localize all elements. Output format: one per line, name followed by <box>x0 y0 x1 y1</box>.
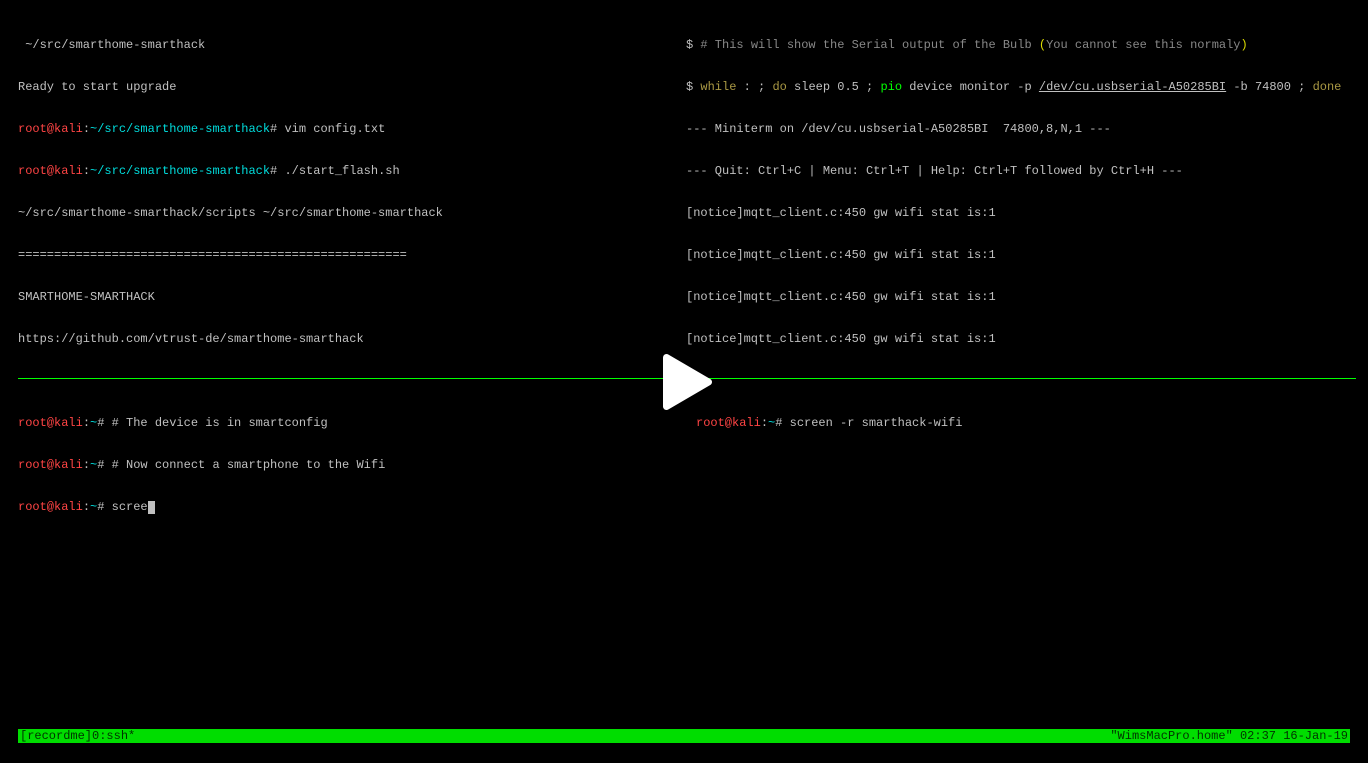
banner-title: SMARTHOME-SMARTHACK <box>18 290 155 304</box>
cwd-line: ~/src/smarthome-smarthack <box>18 38 205 52</box>
bl-cmd2: # Now connect a smartphone to the Wifi <box>104 458 385 472</box>
play-icon <box>649 347 719 417</box>
pane-bottom-right[interactable]: root@kali:~# screen -r smarthack-wifi <box>696 388 1356 728</box>
pane-top-left[interactable]: ~/src/smarthome-smarthack Ready to start… <box>18 10 678 375</box>
play-button[interactable] <box>649 347 719 417</box>
br-cmd: screen -r smarthack-wifi <box>782 416 962 430</box>
divider-line: ========================================… <box>18 248 407 262</box>
prompt-user: root@kali <box>18 122 83 136</box>
cmd-vim: vim config.txt <box>277 122 385 136</box>
miniterm-header: --- Miniterm on /dev/cu.usbserial-A50285… <box>686 122 1111 136</box>
banner-url: https://github.com/vtrust-de/smarthome-s… <box>18 332 364 346</box>
serial-device: /dev/cu.usbserial-A50285BI <box>1039 80 1226 94</box>
while-keyword: while <box>700 80 736 94</box>
ready-line: Ready to start upgrade <box>18 80 176 94</box>
miniterm-help: --- Quit: Ctrl+C | Menu: Ctrl+T | Help: … <box>686 164 1183 178</box>
status-left: [recordme]0:ssh* <box>20 729 135 743</box>
cursor-icon <box>148 501 155 514</box>
bl-cmd3: scree <box>104 500 147 514</box>
serial-comment: # This will show the Serial output of th… <box>693 38 1039 52</box>
status-right: "WimsMacPro.home" 02:37 16-Jan-19 <box>1110 729 1348 743</box>
do-keyword: do <box>772 80 786 94</box>
vertical-divider-bottom <box>686 388 696 734</box>
pane-bottom-left[interactable]: root@kali:~# # The device is in smartcon… <box>18 388 678 728</box>
pane-top-right[interactable]: $ # This will show the Serial output of … <box>686 10 1356 375</box>
cmd-flash: ./start_flash.sh <box>277 164 399 178</box>
done-keyword: done <box>1313 80 1342 94</box>
risk-warning: USE AT YOUR OWN RISK!!! <box>18 374 184 375</box>
scripts-path: ~/src/smarthome-smarthack/scripts ~/src/… <box>18 206 443 220</box>
tmux-status-bar: [recordme]0:ssh* "WimsMacPro.home" 02:37… <box>18 729 1350 743</box>
pio-cmd: pio <box>880 80 902 94</box>
mqtt-notice: [notice]mqtt_client.c:450 gw wifi stat i… <box>686 206 996 220</box>
bl-cmd1: # The device is in smartconfig <box>104 416 327 430</box>
